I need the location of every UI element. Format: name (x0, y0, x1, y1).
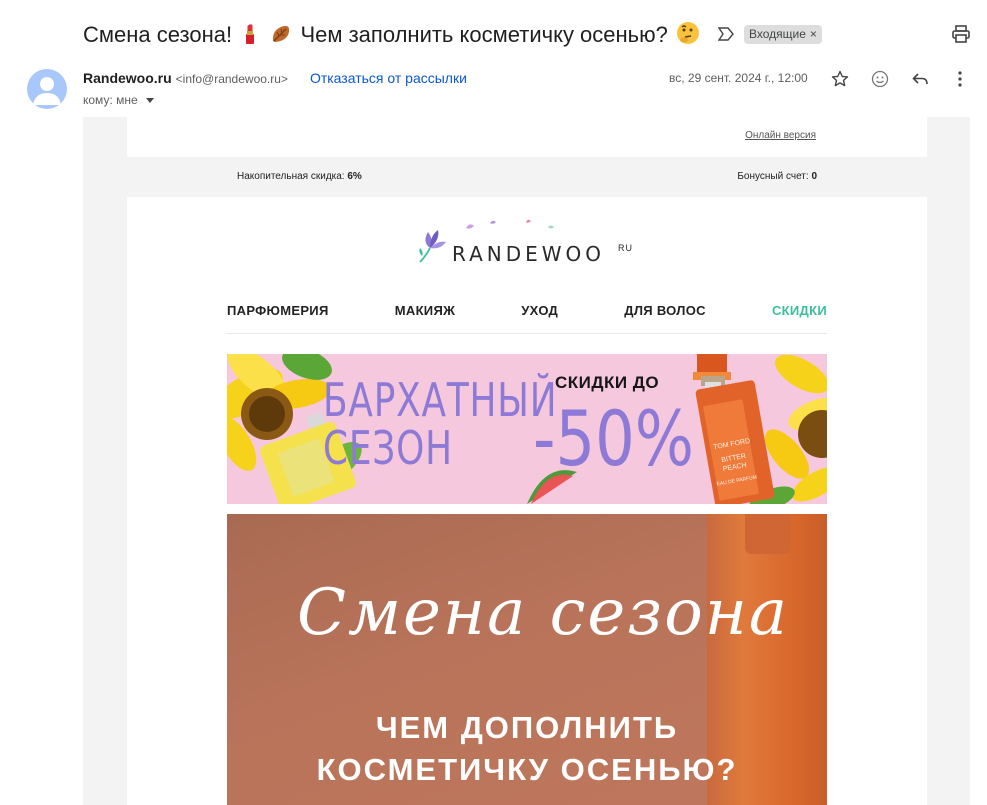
banner2-heading-line1: ЧЕМ ДОПОЛНИТЬ (375, 710, 679, 745)
subject-part-2: Чем заполнить косметичку осенью? (300, 21, 668, 47)
banner1-line1: БАРХАТНЫЙ (323, 373, 558, 427)
chevron-down-icon[interactable] (145, 97, 154, 103)
cumulative-discount: Накопительная скидка: 6% (237, 171, 362, 182)
nav-sale[interactable]: СКИДКИ (772, 303, 827, 333)
banner1-sale-small: СКИДКИ ДО (555, 373, 660, 392)
discount-value: 6% (347, 171, 362, 182)
banner1-line2: СЕЗОН (323, 421, 453, 475)
email-nav: ПАРФЮМЕРИЯ МАКИЯЖ УХОД ДЛЯ ВОЛОС СКИДКИ (227, 303, 827, 334)
banner2-script-title: Смена сезона (297, 576, 790, 650)
banner1-sale-big: -50% (533, 394, 695, 483)
bonus-account: Бонусный счет: 0 (737, 171, 817, 182)
subject-row: Смена сезона! Чем заполнить косметичку о… (83, 16, 822, 52)
sender-line: Randewoo.ru <info@randewoo.ru> Отказатьс… (83, 70, 467, 86)
remove-label-button[interactable]: × (810, 27, 817, 41)
subject-part-1: Смена сезона! (83, 21, 233, 47)
star-icon[interactable] (830, 69, 850, 89)
thinking-face-emoji-icon (677, 21, 699, 44)
reply-icon[interactable] (910, 69, 930, 89)
banner1-title: БАРХАТНЫЙ СЕЗОН (323, 376, 557, 472)
banner2-heading-line2: КОСМЕТИЧКУ ОСЕНЬЮ? (316, 752, 738, 787)
nav-makeup[interactable]: МАКИЯЖ (395, 303, 455, 333)
unsubscribe-link[interactable]: Отказаться от рассылки (310, 70, 467, 86)
lipstick-emoji-icon (246, 23, 255, 44)
emoji-icon[interactable] (870, 69, 890, 89)
email-subject: Смена сезона! Чем заполнить косметичку о… (83, 21, 702, 48)
nav-care[interactable]: УХОД (521, 303, 558, 333)
fallen-leaf-emoji-icon (273, 25, 290, 42)
account-info-strip: Накопительная скидка: 6% Бонусный счет: … (127, 157, 927, 197)
nav-perfume[interactable]: ПАРФЮМЕРИЯ (227, 303, 329, 333)
logo-wordmark: RANDEWOO (452, 242, 606, 266)
sender-name[interactable]: Randewoo.ru (83, 70, 172, 86)
recipient-line[interactable]: кому: мне (83, 93, 154, 107)
recipient-text: кому: мне (83, 93, 138, 107)
bonus-label: Бонусный счет: (737, 171, 809, 182)
online-version-strip: Онлайн версия (127, 117, 927, 157)
logo-flower-icon (419, 230, 446, 263)
sender-email: <info@randewoo.ru> (175, 72, 288, 86)
important-icon[interactable] (718, 26, 734, 42)
person-icon (33, 77, 61, 105)
discount-label: Накопительная скидка: (237, 171, 345, 182)
randewoo-logo[interactable]: RANDEWOO RU (416, 218, 646, 268)
bonus-value: 0 (811, 171, 817, 182)
logo-ru-suffix: RU (618, 243, 633, 253)
nav-hair[interactable]: ДЛЯ ВОЛОС (624, 303, 706, 333)
season-change-banner[interactable]: Смена сезона ЧЕМ ДОПОЛНИТЬ КОСМЕТИЧКУ ОС… (227, 514, 827, 805)
inbox-label-text: Входящие (749, 26, 806, 41)
orange-bottle-neck (745, 514, 791, 554)
online-version-link[interactable]: Онлайн версия (745, 130, 816, 141)
velvet-season-banner[interactable]: TOM FORD BITTER PEACH EAU DE PARFUM БАРХ… (227, 354, 827, 504)
more-vert-icon[interactable] (950, 69, 970, 89)
print-icon[interactable] (951, 24, 971, 44)
sender-avatar[interactable] (27, 69, 67, 109)
inbox-label-chip[interactable]: Входящие × (744, 24, 822, 44)
email-date: вс, 29 сент. 2024 г., 12:00 (669, 71, 808, 85)
